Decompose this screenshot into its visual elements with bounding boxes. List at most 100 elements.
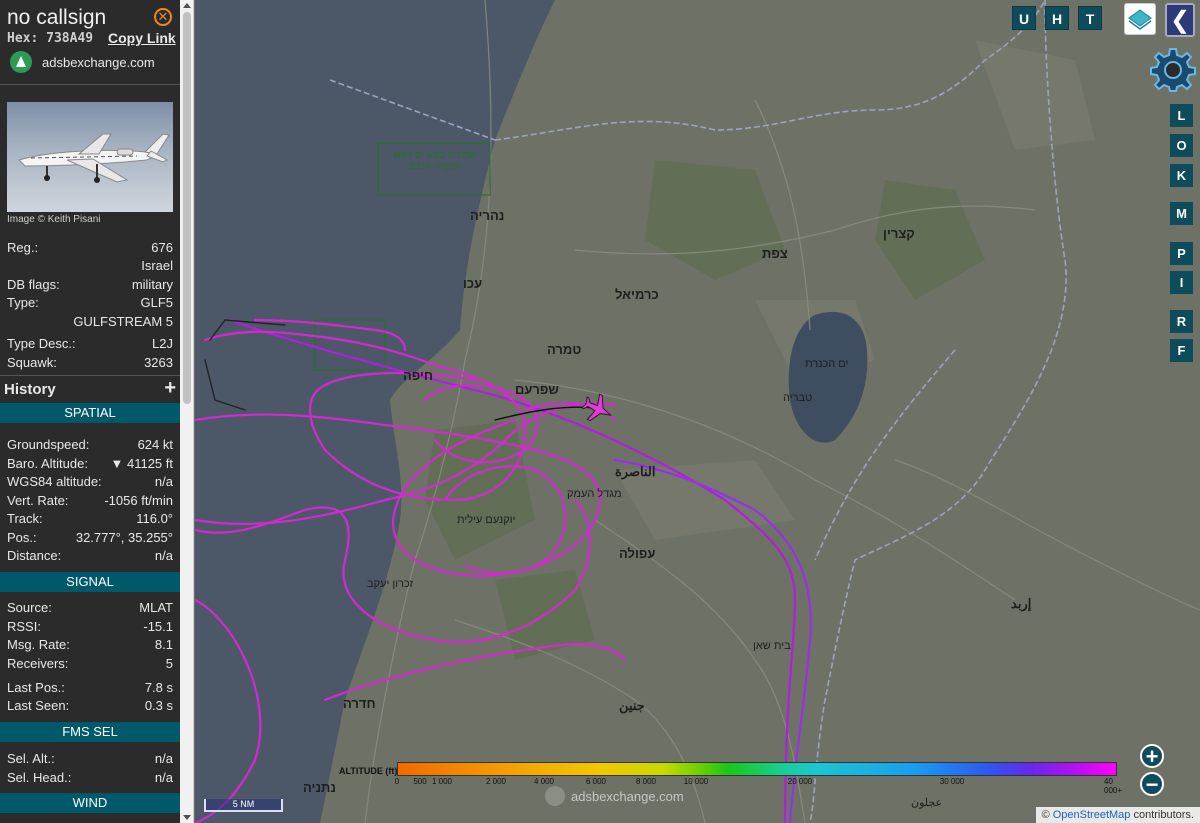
map-label-tiberias: טבריה: [783, 392, 813, 404]
signal-value: -15.1: [143, 619, 173, 634]
map-label-haifa: חיפה: [403, 368, 434, 383]
spatial-value: n/a: [154, 474, 173, 489]
map-attribution: © OpenStreetMap contributors.: [1035, 807, 1200, 823]
map-label-karmiel: כרמיאל: [615, 287, 659, 302]
watermark-text: adsbexchange.com: [571, 788, 684, 804]
layers-button[interactable]: [1124, 3, 1156, 35]
map-label-netanya: נתניה: [303, 780, 336, 795]
signal-value: 8.1: [154, 637, 173, 652]
altitude-tick-label: 6 000: [585, 777, 607, 786]
type-value: GLF5: [140, 295, 173, 310]
sea-of-galilee-water: [788, 311, 868, 443]
divider: [0, 375, 180, 376]
altitude-gradient: [397, 762, 1117, 776]
hex-value: 738A49: [46, 31, 94, 46]
spatial-label: Groundspeed:: [7, 437, 90, 452]
registration-label: Reg.:: [7, 240, 39, 255]
map-label-sea-of-galilee: ים הכנרת: [805, 358, 849, 370]
toggle-p-button[interactable]: P: [1170, 242, 1193, 265]
signal-label: Receivers:: [7, 656, 69, 671]
toggle-i-button[interactable]: I: [1170, 271, 1193, 294]
copy-link[interactable]: Copy Link: [108, 30, 176, 46]
signal-value: 7.8 s: [144, 680, 173, 695]
signal-value: 0.3 s: [144, 698, 173, 713]
map-label-safed: צפת: [762, 246, 788, 261]
type-full-value: GULFSTREAM 5: [73, 314, 173, 329]
attribution-prefix: ©: [1041, 809, 1053, 821]
history-toggle[interactable]: History +: [0, 377, 180, 401]
spatial-label: Baro. Altitude:: [7, 455, 88, 471]
spatial-value: -1056 ft/min: [104, 492, 173, 508]
map-label-nazareth: الناصرة: [615, 464, 656, 479]
map-label-migdal-haemek: מגדל העמק: [567, 488, 622, 500]
altitude-legend: ALTITUDE (ft) 0 500 1 000 2 000 4 000 6 000 8 …: [335, 758, 1125, 795]
hex-code: Hex: 738A49: [7, 31, 93, 46]
fms-value: n/a: [154, 770, 173, 785]
scrollbar-thumb[interactable]: [183, 12, 191, 404]
altitude-tick-label: 2 000: [485, 777, 507, 786]
toggle-m-button[interactable]: M: [1170, 202, 1193, 225]
altitude-tick-label: 1 000: [431, 777, 453, 786]
map-label-zichron: זכרון יעקב: [367, 578, 414, 590]
signal-label: RSSI:: [7, 619, 41, 634]
toggle-r-button[interactable]: R: [1170, 310, 1193, 333]
toggle-t-button[interactable]: T: [1078, 6, 1102, 30]
map-label-qatzrin: קצרין: [883, 226, 915, 241]
spatial-value: 624 kt: [137, 437, 173, 452]
map-label-ajloun: عجلون: [911, 797, 943, 809]
altitude-tick-label: 30 000: [939, 777, 965, 786]
toggle-h-button[interactable]: H: [1045, 6, 1069, 30]
db-flags-label: DB flags:: [7, 277, 60, 292]
layers-icon: [1128, 9, 1152, 30]
signal-label: Last Seen:: [7, 698, 70, 713]
spatial-label: Track:: [7, 511, 43, 526]
altitude-legend-title: ALTITUDE (ft): [339, 766, 398, 776]
close-panel-button[interactable]: ✕: [154, 8, 172, 26]
sidebar-scrollbar[interactable]: [180, 0, 194, 823]
toggle-f-button[interactable]: F: [1170, 339, 1193, 362]
adsbexchange-logo-icon: [545, 786, 565, 806]
map-label-beit-shean: בית שאן: [753, 640, 791, 652]
spatial-label: Pos.:: [7, 529, 37, 545]
zoom-in-button[interactable]: +: [1140, 744, 1164, 768]
scroll-up-icon[interactable]: [183, 3, 191, 8]
plus-icon: +: [164, 377, 176, 399]
signal-label: Source:: [7, 600, 52, 615]
toggle-l-button[interactable]: L: [1170, 104, 1193, 127]
settings-button[interactable]: [1150, 46, 1196, 92]
wind-section-header: WIND: [0, 793, 180, 813]
fms-value: n/a: [154, 751, 173, 766]
land-light-areas: [615, 40, 1095, 540]
scroll-down-icon[interactable]: [183, 815, 191, 820]
aircraft-marker-icon: [581, 393, 613, 422]
map-label-nature-reserve: שמורת טבע ים ראש הנקרה-אכזיב: [393, 150, 477, 172]
registration-value: 676: [151, 240, 173, 255]
attribution-suffix: contributors.: [1130, 809, 1194, 821]
aircraft-photo-image: [18, 133, 170, 183]
altitude-tick-label: 10 000: [683, 777, 709, 786]
altitude-tick-label: 0: [394, 777, 400, 786]
country-value: Israel: [141, 258, 173, 273]
toggle-k-button[interactable]: K: [1170, 164, 1193, 187]
plus-icon: +: [1145, 744, 1159, 769]
type-label: Type:: [7, 295, 39, 310]
hex-label: Hex:: [7, 31, 39, 46]
map-label-jenin: جنين: [619, 698, 645, 713]
signal-value: 5: [165, 656, 173, 671]
spatial-value: 32.777°, 35.255°: [75, 529, 173, 545]
zoom-out-button[interactable]: −: [1140, 772, 1164, 796]
map-label-hadera: חדרה: [343, 696, 376, 711]
openstreetmap-link[interactable]: OpenStreetMap: [1053, 809, 1131, 821]
map-label-yokneam: יוקנעם עילית: [457, 514, 516, 526]
spatial-value: n/a: [154, 548, 173, 563]
watermark: adsbexchange.com: [545, 786, 684, 806]
toggle-u-button[interactable]: U: [1012, 6, 1036, 30]
altitude-tick-label: 4 000: [533, 777, 555, 786]
toggle-o-button[interactable]: O: [1170, 134, 1193, 157]
db-flags-value: military: [131, 277, 173, 292]
map-view[interactable]: נהריה עכו כרמיאל טמרה חיפה שפרעם الناصرة…: [195, 0, 1200, 823]
collapse-sidebar-button[interactable]: ❮: [1165, 3, 1195, 37]
aircraft-photo[interactable]: [7, 102, 173, 212]
adsbexchange-link[interactable]: adsbexchange.com: [10, 51, 155, 73]
signal-section-header: SIGNAL: [0, 572, 180, 592]
